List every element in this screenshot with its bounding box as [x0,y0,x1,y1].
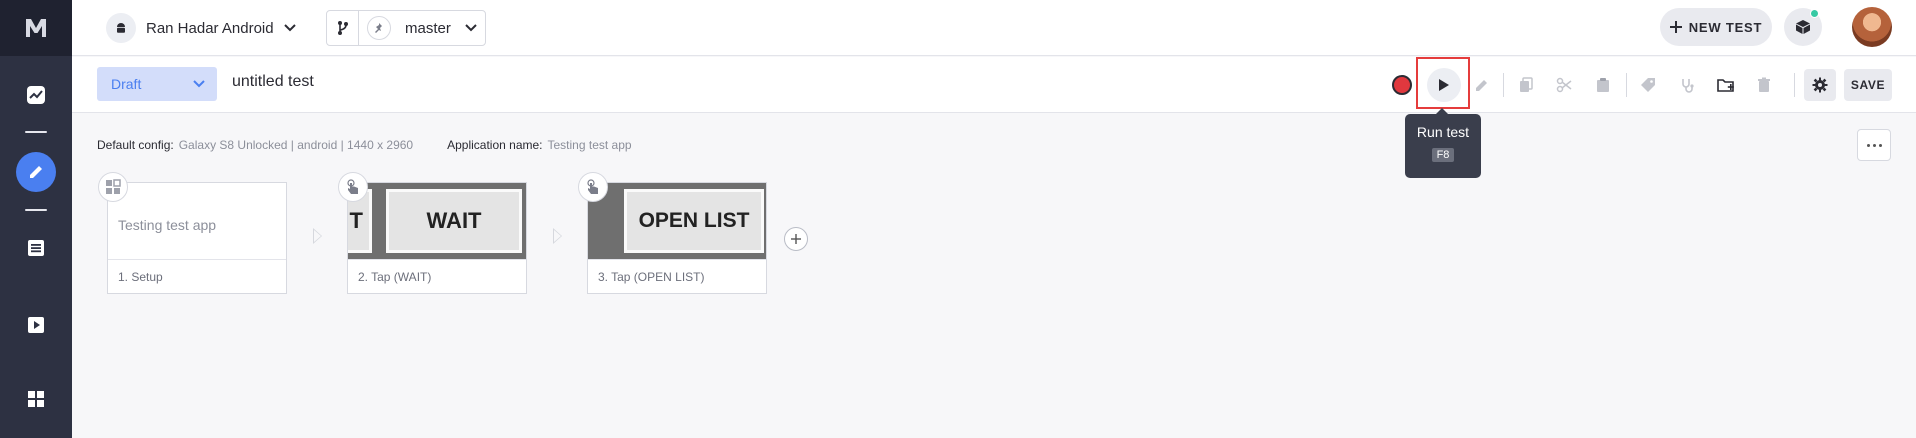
scissors-icon [1556,77,1572,93]
step-caption: 1. Setup [108,259,286,293]
setup-app-name: Testing test app [118,217,217,233]
status-label: Draft [111,76,142,92]
step-caption: 3. Tap (OPEN LIST) [588,259,766,293]
setup-icon [98,172,128,202]
config-bar: Default config: Galaxy S8 Unlocked | andr… [97,138,632,152]
run-highlight [1416,57,1470,109]
branch-name: master [405,19,451,37]
avatar[interactable] [1852,7,1892,47]
chevron-down-icon [193,80,205,88]
logo-icon [26,19,46,37]
record-button[interactable] [1392,75,1412,95]
step-thumbnail: OPEN LIST [588,183,766,259]
default-config[interactable]: Default config: Galaxy S8 Unlocked | andr… [97,138,413,152]
plus-icon [1669,21,1682,33]
sidebar-divider [25,131,47,133]
run-test-tooltip: Run test F8 [1405,108,1481,178]
chevron-down-icon [283,24,296,32]
edit-icon [30,166,42,178]
delete-button[interactable] [1750,71,1778,99]
step-arrow [313,228,322,244]
pin-icon [367,16,391,40]
step-card-tap-wait[interactable]: T WAIT 2. Tap (WAIT) [347,182,527,294]
step-arrow [553,228,562,244]
thumb-open-list-button: OPEN LIST [624,189,764,253]
sidebar-item-modules[interactable] [16,379,56,419]
clipboard-icon [1597,78,1609,92]
tap-icon [338,172,368,202]
step-thumbnail: T WAIT [348,183,526,259]
toolbar-divider [1626,73,1627,97]
gear-icon [1812,77,1828,93]
sidebar-item-dashboard[interactable] [16,75,56,115]
test-toolbar: Draft untitled test SAVE [72,57,1916,113]
branch-selector[interactable]: master [326,10,486,46]
app-name-label: Application name: [447,138,543,152]
status-dot [1810,9,1819,18]
play-icon [1439,79,1449,91]
step-thumbnail: Testing test app [108,183,286,259]
app-name: Ran Hadar Android [146,19,274,37]
tooltip-shortcut: F8 [1431,148,1455,162]
new-test-button[interactable]: NEW TEST [1660,8,1772,46]
step-card-setup[interactable]: Testing test app 1. Setup [107,182,287,294]
list-icon [28,240,44,256]
thumb-wait-button: WAIT [386,189,522,253]
grid-icon [28,391,44,407]
status-dropdown[interactable]: Draft [97,67,217,101]
default-config-value: Galaxy S8 Unlocked | android | 1440 x 29… [178,138,414,152]
save-button[interactable]: SAVE [1844,69,1892,101]
settings-step-button[interactable] [1673,71,1701,99]
cube-icon [1796,20,1810,34]
android-icon [106,13,136,43]
tag-icon [1641,78,1655,92]
tag-button[interactable] [1634,71,1662,99]
step-card-tap-open-list[interactable]: OPEN LIST 3. Tap (OPEN LIST) [587,182,767,294]
edit-step-button[interactable] [1468,71,1496,99]
top-bar: Ran Hadar Android master NEW TEST [72,0,1916,56]
step-caption: 2. Tap (WAIT) [348,259,526,293]
play-icon [28,317,44,333]
folder-plus-icon [1717,79,1734,92]
pencil-icon [1476,80,1487,91]
sidebar-item-tests[interactable] [16,228,56,268]
paste-button[interactable] [1589,71,1617,99]
plus-icon [791,234,801,244]
new-folder-button[interactable] [1712,71,1740,99]
branch-icon [327,11,359,45]
new-test-label: NEW TEST [1688,19,1763,35]
sidebar-item-editor[interactable] [16,152,56,192]
application-name[interactable]: Application name: Testing test app [447,138,631,152]
trash-icon [1758,77,1770,92]
agent-status-button[interactable] [1784,8,1822,46]
test-title[interactable]: untitled test [232,73,314,91]
toolbar-divider [1503,73,1504,97]
default-config-label: Default config: [97,138,174,152]
add-step-button[interactable] [784,227,808,251]
app-name-value: Testing test app [547,138,632,152]
sidebar [0,0,72,438]
app-selector[interactable]: Ran Hadar Android [106,10,296,46]
cut-button[interactable] [1550,71,1578,99]
toolbar-divider [1794,73,1795,97]
chevron-down-icon [465,24,477,32]
sidebar-item-runs[interactable] [16,305,56,345]
more-options-button[interactable] [1857,129,1891,161]
more-icon [1866,143,1870,147]
activity-icon [27,86,45,104]
copy-icon [1520,77,1533,92]
copy-button[interactable] [1512,71,1540,99]
stethoscope-icon [1682,79,1694,93]
logo[interactable] [0,0,72,56]
sidebar-divider [25,209,47,211]
test-settings-button[interactable] [1804,69,1836,101]
tooltip-label: Run test [1416,124,1470,140]
run-test-button[interactable] [1427,68,1461,102]
tap-icon [578,172,608,202]
